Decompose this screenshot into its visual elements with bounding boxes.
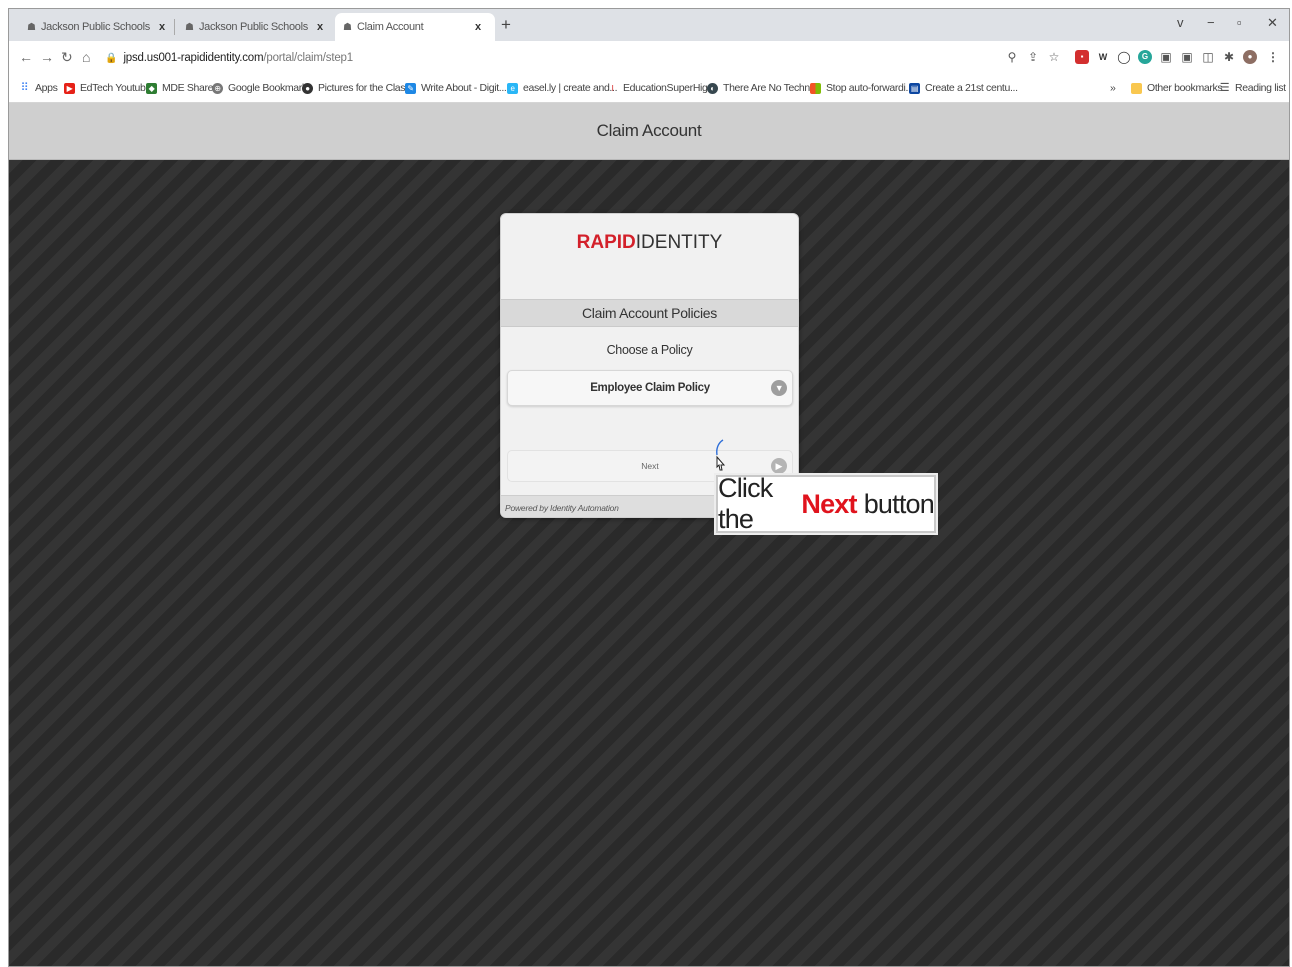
tab-separator <box>174 19 175 35</box>
menu-kebab-icon[interactable]: ⋮ <box>1266 50 1280 64</box>
microsoft-icon <box>810 82 821 94</box>
zoom-icon[interactable]: ⚲ <box>1005 50 1019 64</box>
url-path: /portal/claim/step1 <box>263 52 353 64</box>
browser-toolbar: ← → ↻ ⌂ 🔒 jpsd.us001-rapididentity.com /… <box>9 41 1289 75</box>
easelly-icon: e <box>507 82 518 94</box>
bookmark-item[interactable]: ✎ Write About - Digit... <box>405 82 507 94</box>
tab-close-icon[interactable]: x <box>159 21 165 33</box>
bookmark-item[interactable]: ● Pictures for the Clas... <box>302 82 413 94</box>
bookmarks-overflow-button[interactable]: » <box>1110 82 1116 94</box>
page-content: Claim Account RAPIDIDENTITY Claim Accoun… <box>9 103 1289 966</box>
mde-share-icon: ◆ <box>146 82 157 94</box>
tab-search-icon[interactable]: v <box>1177 15 1184 30</box>
tooltip-prefix: Click the <box>718 473 773 534</box>
bookmark-item[interactable]: ⊕ Google Bookmark <box>212 82 307 94</box>
extensions-puzzle-icon[interactable]: ✱ <box>1222 50 1236 64</box>
tab-close-icon[interactable]: x <box>475 21 481 33</box>
school-favicon-icon: ☗ <box>185 21 194 33</box>
rapididentity-logo: RAPIDIDENTITY <box>576 232 723 253</box>
create-21st-century-icon: ▤ <box>909 82 920 94</box>
tab-jackson-portal-2[interactable]: ☗ Jackson Public Schools Portal x <box>177 13 331 41</box>
education-superhighway-icon: Ⅰ <box>611 83 614 93</box>
extension-gray-2-icon[interactable]: ▣ <box>1180 50 1194 64</box>
instruction-tooltip: Click the Next button <box>716 473 936 534</box>
bookmark-item[interactable]: ◆ MDE Share <box>146 82 213 94</box>
tooltip-suffix: button <box>863 488 935 519</box>
tab-title: Claim Account <box>356 21 424 33</box>
tab-close-icon[interactable]: x <box>317 21 323 33</box>
policy-select-value: Employee Claim Policy <box>590 382 710 394</box>
home-icon[interactable]: ⌂ <box>82 49 90 65</box>
bookmark-item[interactable]: ▶ EdTech Youtube <box>64 82 151 94</box>
pictures-icon: ● <box>302 82 313 94</box>
close-window-icon[interactable]: ✕ <box>1267 15 1278 31</box>
other-bookmarks[interactable]: Other bookmarks <box>1131 82 1223 94</box>
bookmark-item[interactable]: ⠿ Apps <box>19 82 58 94</box>
lock-icon[interactable]: 🔒 <box>105 53 117 64</box>
tab-title: Jackson Public Schools Portal <box>198 21 309 33</box>
grammarly-icon[interactable]: G <box>1138 50 1152 64</box>
youtube-icon: ▶ <box>64 82 75 94</box>
extension-w-icon[interactable]: W <box>1096 50 1110 64</box>
google-bookmark-icon: ⊕ <box>212 82 223 94</box>
reading-list-icon: ☰ <box>1219 81 1230 94</box>
choose-policy-label: Choose a Policy <box>606 343 693 357</box>
bookmarks-bar: ⠿ Apps ▶ EdTech Youtube ◆ MDE Share ⊕ Go… <box>9 75 1289 103</box>
bookmark-item[interactable]: ▤ Create a 21st centu... <box>909 82 1018 94</box>
address-bar[interactable]: 🔒 jpsd.us001-rapididentity.com /portal/c… <box>105 46 1105 70</box>
back-arrow-icon[interactable]: ← <box>19 49 33 65</box>
tooltip-emphasis: Next <box>801 488 857 519</box>
bookmark-item[interactable]: Stop auto-forwardi... <box>810 82 914 94</box>
profile-avatar-icon[interactable]: ● <box>1243 50 1257 64</box>
reading-list[interactable]: ☰ Reading list <box>1219 82 1286 94</box>
page-header: Claim Account <box>9 103 1289 160</box>
school-favicon-icon: ☗ <box>27 21 36 33</box>
tab-strip: ☗ Jackson Public Schools Portal x ☗ Jack… <box>9 9 1289 41</box>
page-title: Claim Account <box>596 121 702 140</box>
extension-square-icon[interactable]: ◫ <box>1201 50 1215 64</box>
extension-red-icon[interactable]: ▪ <box>1075 50 1089 64</box>
new-tab-button[interactable]: + <box>501 15 511 35</box>
next-button-label: Next <box>641 461 659 471</box>
hand-cursor-icon <box>716 439 726 471</box>
share-icon[interactable]: ⇪ <box>1026 50 1040 64</box>
tab-claim-account[interactable]: ☗ Claim Account x <box>335 13 495 41</box>
bookmark-item[interactable]: Ⅰ EducationSuperHig... <box>607 82 715 94</box>
tab-jackson-portal-1[interactable]: ☗ Jackson Public Schools Portal x <box>19 13 173 41</box>
bookmark-star-icon[interactable]: ☆ <box>1047 50 1061 64</box>
there-are-no-tech-icon: ◐ <box>707 82 718 94</box>
url-host: jpsd.us001-rapididentity.com <box>123 52 264 64</box>
extension-ring-icon[interactable]: ◯ <box>1117 50 1131 64</box>
bookmark-item[interactable]: ◐ There Are No Techn... <box>707 82 818 94</box>
bookmark-item[interactable]: e easel.ly | create and... <box>507 82 617 94</box>
school-favicon-icon: ☗ <box>343 21 352 33</box>
apps-grid-icon: ⠿ <box>20 81 29 94</box>
browser-window: ☗ Jackson Public Schools Portal x ☗ Jack… <box>8 8 1290 967</box>
write-about-icon: ✎ <box>405 82 416 94</box>
forward-arrow-icon[interactable]: → <box>40 49 54 65</box>
minimize-icon[interactable]: − <box>1207 15 1215 30</box>
restore-icon[interactable]: ▫ <box>1237 15 1242 30</box>
chevron-down-icon: ▼ <box>771 380 787 396</box>
extension-gray-icon[interactable]: ▣ <box>1159 50 1173 64</box>
reload-icon[interactable]: ↻ <box>61 49 73 66</box>
folder-icon <box>1131 82 1142 94</box>
policies-section-title: Claim Account Policies <box>501 299 798 327</box>
arrow-right-icon: ▶ <box>771 458 787 474</box>
policy-select[interactable]: Employee Claim Policy ▼ <box>507 370 793 406</box>
tab-title: Jackson Public Schools Portal <box>40 21 151 33</box>
